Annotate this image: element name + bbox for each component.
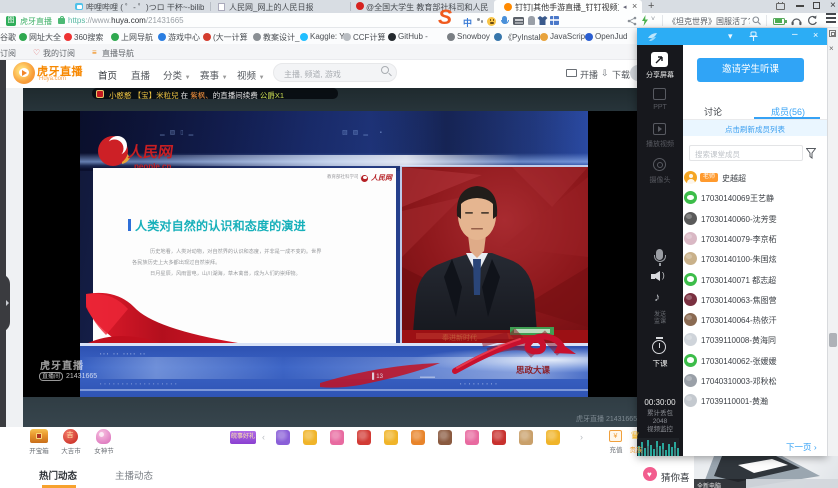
svg-text:人民网: 人民网 [127,143,174,161]
